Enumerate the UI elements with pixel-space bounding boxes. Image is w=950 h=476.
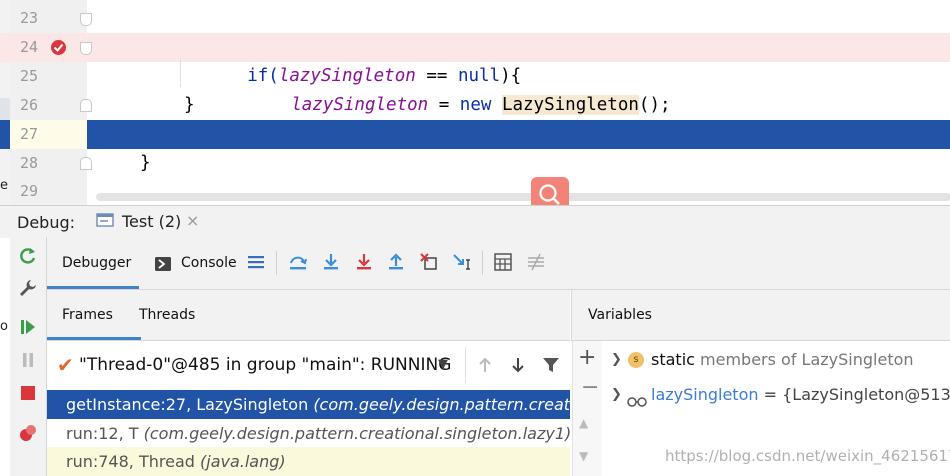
tab-threads[interactable]: Threads [139, 307, 195, 323]
thread-dropdown[interactable]: ✔ "Thread-0"@485 in group "main": RUNNIN… [47, 347, 466, 383]
pause-icon[interactable] [18, 350, 38, 370]
tab-frames[interactable]: Frames [62, 307, 113, 323]
variable-row-static[interactable]: ❯ s static members of LazySingleton [602, 346, 950, 374]
run-config-icon [96, 212, 114, 228]
edge-text: e [0, 178, 8, 193]
variable-name: lazySingleton [651, 385, 759, 404]
editor-horizontal-scrollbar[interactable] [96, 193, 950, 201]
frames-list: getInstance:27, LazySingleton (com.geely… [47, 389, 570, 476]
variables-title: Variables [588, 307, 652, 323]
line-number: 29 [19, 182, 38, 200]
code-editor[interactable]: 23 public static LazySingleton getInstan… [0, 0, 950, 205]
tab-debugger[interactable]: Debugger [47, 237, 139, 289]
debugger-toolbar: Debugger Console [47, 237, 950, 290]
line-number: 27 [19, 125, 38, 143]
trace-current-stream-icon[interactable] [525, 251, 547, 273]
variable-value: = {LazySingleton@513} [758, 385, 950, 404]
line-number: 24 [19, 38, 38, 56]
stop-icon[interactable] [18, 383, 38, 403]
tab-debugger-label: Debugger [62, 255, 132, 271]
frame-method: run:748, Thread [66, 452, 200, 471]
variables-side-toolbar: + − ▲ ▼ [572, 341, 603, 476]
static-badge-icon: s [628, 352, 644, 368]
debug-label: Debug: [17, 213, 76, 232]
wrench-icon[interactable] [18, 278, 38, 298]
code-token: } [184, 95, 195, 115]
check-icon: ✔ [57, 353, 74, 377]
remove-watch-icon[interactable]: − [581, 377, 599, 399]
fold-toggle-icon[interactable] [80, 157, 92, 170]
evaluate-expression-icon[interactable] [492, 251, 514, 273]
code-line-25[interactable]: 25 lazySingleton = new LazySingleton(); [0, 62, 950, 115]
code-line-26[interactable]: 26 } [0, 91, 950, 120]
line-number: 28 [19, 154, 38, 172]
force-step-into-icon[interactable] [353, 251, 375, 273]
frame-method: run:12, T [66, 424, 144, 443]
step-into-icon[interactable] [320, 251, 342, 273]
active-tab-indicator [47, 286, 139, 289]
debug-left-toolbar: o [0, 237, 47, 476]
code-token: } [140, 153, 151, 173]
add-watch-icon[interactable]: + [578, 347, 596, 369]
close-tab-icon[interactable]: × [186, 211, 199, 230]
frame-row[interactable]: run:748, Thread (java.lang) [47, 447, 570, 476]
line-number: 26 [19, 96, 38, 114]
field-glasses-icon [627, 389, 647, 407]
line-number: 25 [19, 67, 38, 85]
line-number: 23 [19, 9, 38, 27]
view-breakpoints-icon[interactable] [18, 423, 38, 443]
variable-row-lazySingleton[interactable]: ❯ lazySingleton = {LazySingleton@513} [602, 381, 950, 409]
filter-icon[interactable] [541, 355, 561, 375]
frame-package: (com.geely.design.pattern.creational.sin… [313, 395, 570, 414]
show-options-menu-icon[interactable] [245, 251, 267, 273]
rerun-icon[interactable] [18, 246, 38, 266]
move-down-icon[interactable]: ▼ [579, 449, 588, 463]
fold-toggle-icon[interactable] [80, 13, 92, 26]
active-tab-indicator [47, 337, 141, 340]
resume-icon[interactable] [18, 317, 38, 337]
debug-session-tab[interactable]: Test (2) × [80, 206, 208, 240]
frames-threads-header: Frames Threads [47, 290, 570, 341]
debug-tool-window-header: Debug: Test (2) × [0, 205, 950, 240]
previous-frame-icon[interactable] [475, 355, 495, 375]
next-frame-icon[interactable] [508, 355, 528, 375]
frame-method: getInstance:27, LazySingleton [66, 395, 314, 414]
fold-toggle-icon[interactable] [80, 99, 92, 112]
run-to-cursor-icon[interactable] [451, 251, 473, 273]
debug-session-tab-label: Test (2) [122, 212, 182, 231]
code-line-27-current[interactable]: 27 return lazySingleton; [0, 120, 950, 173]
code-line-23[interactable]: 23 public static LazySingleton getInstan… [0, 4, 950, 57]
frame-package: (com.geely.design.pattern.creational.sin… [143, 424, 570, 443]
frame-row[interactable]: getInstance:27, LazySingleton (com.geely… [47, 390, 570, 419]
variables-header: Variables [571, 290, 950, 341]
chevron-right-icon[interactable]: ❯ [611, 381, 622, 409]
indent-guide [180, 58, 181, 87]
frame-row[interactable]: run:12, T (com.geely.design.pattern.crea… [47, 419, 570, 448]
frame-package: (java.lang) [200, 452, 286, 471]
chevron-right-icon[interactable]: ❯ [611, 346, 622, 374]
drop-frame-icon[interactable] [418, 251, 440, 273]
thread-dropdown-value: "Thread-0"@485 in group "main": RUNNING [79, 355, 452, 375]
breakpoint-icon[interactable] [50, 39, 67, 56]
code-line-28[interactable]: 28 } [0, 149, 950, 178]
thread-selector-row: ✔ "Thread-0"@485 in group "main": RUNNIN… [47, 341, 570, 389]
watermark-text: https://blog.csdn.net/weixin_46215617 [665, 447, 950, 465]
step-over-icon[interactable] [287, 251, 309, 273]
static-members-label: members of LazySingleton [694, 350, 914, 369]
fold-toggle-icon[interactable] [80, 42, 92, 55]
edge-text: o [0, 319, 8, 334]
tab-console[interactable]: Console [181, 255, 237, 271]
move-up-icon[interactable]: ▲ [579, 416, 588, 430]
static-keyword: static [651, 350, 695, 369]
code-line-24[interactable]: 24 if(lazySingleton == null){ [0, 33, 950, 86]
step-out-icon[interactable] [385, 251, 407, 273]
chevron-down-icon[interactable]: ▼ [438, 357, 448, 372]
console-icon [155, 256, 171, 271]
